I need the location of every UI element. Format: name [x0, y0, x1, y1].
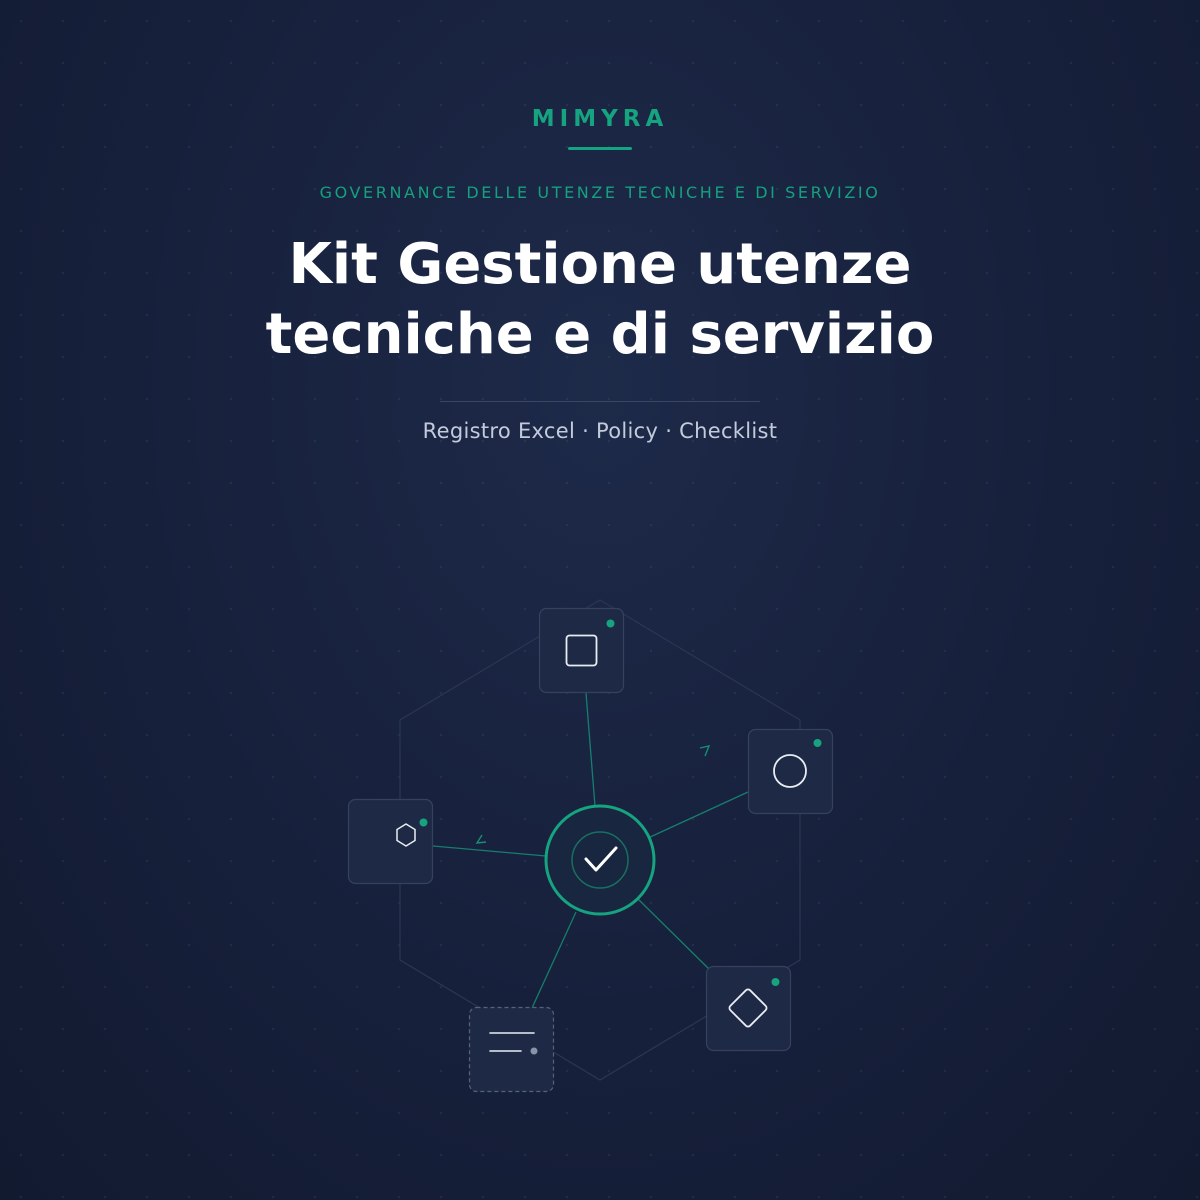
connector-top [585, 692, 596, 807]
status-dot [606, 619, 615, 628]
connector-right [647, 791, 749, 839]
node-square [538, 607, 625, 694]
status-dot [813, 739, 822, 747]
node-hexagon [347, 798, 434, 885]
status-dot [771, 978, 780, 986]
arrow-tick-icon [475, 834, 487, 844]
connector-bottom-left [531, 911, 577, 1009]
center-node [544, 804, 656, 916]
connector-bottom-right [637, 898, 711, 971]
connector-left [432, 845, 547, 857]
network-diagram [347, 599, 834, 1093]
node-circle [747, 728, 834, 815]
node-diamond [705, 965, 792, 1052]
arrow-tick-icon [699, 745, 711, 757]
status-dot [419, 818, 428, 827]
node-lines [468, 1006, 555, 1093]
status-dot [530, 1047, 538, 1055]
